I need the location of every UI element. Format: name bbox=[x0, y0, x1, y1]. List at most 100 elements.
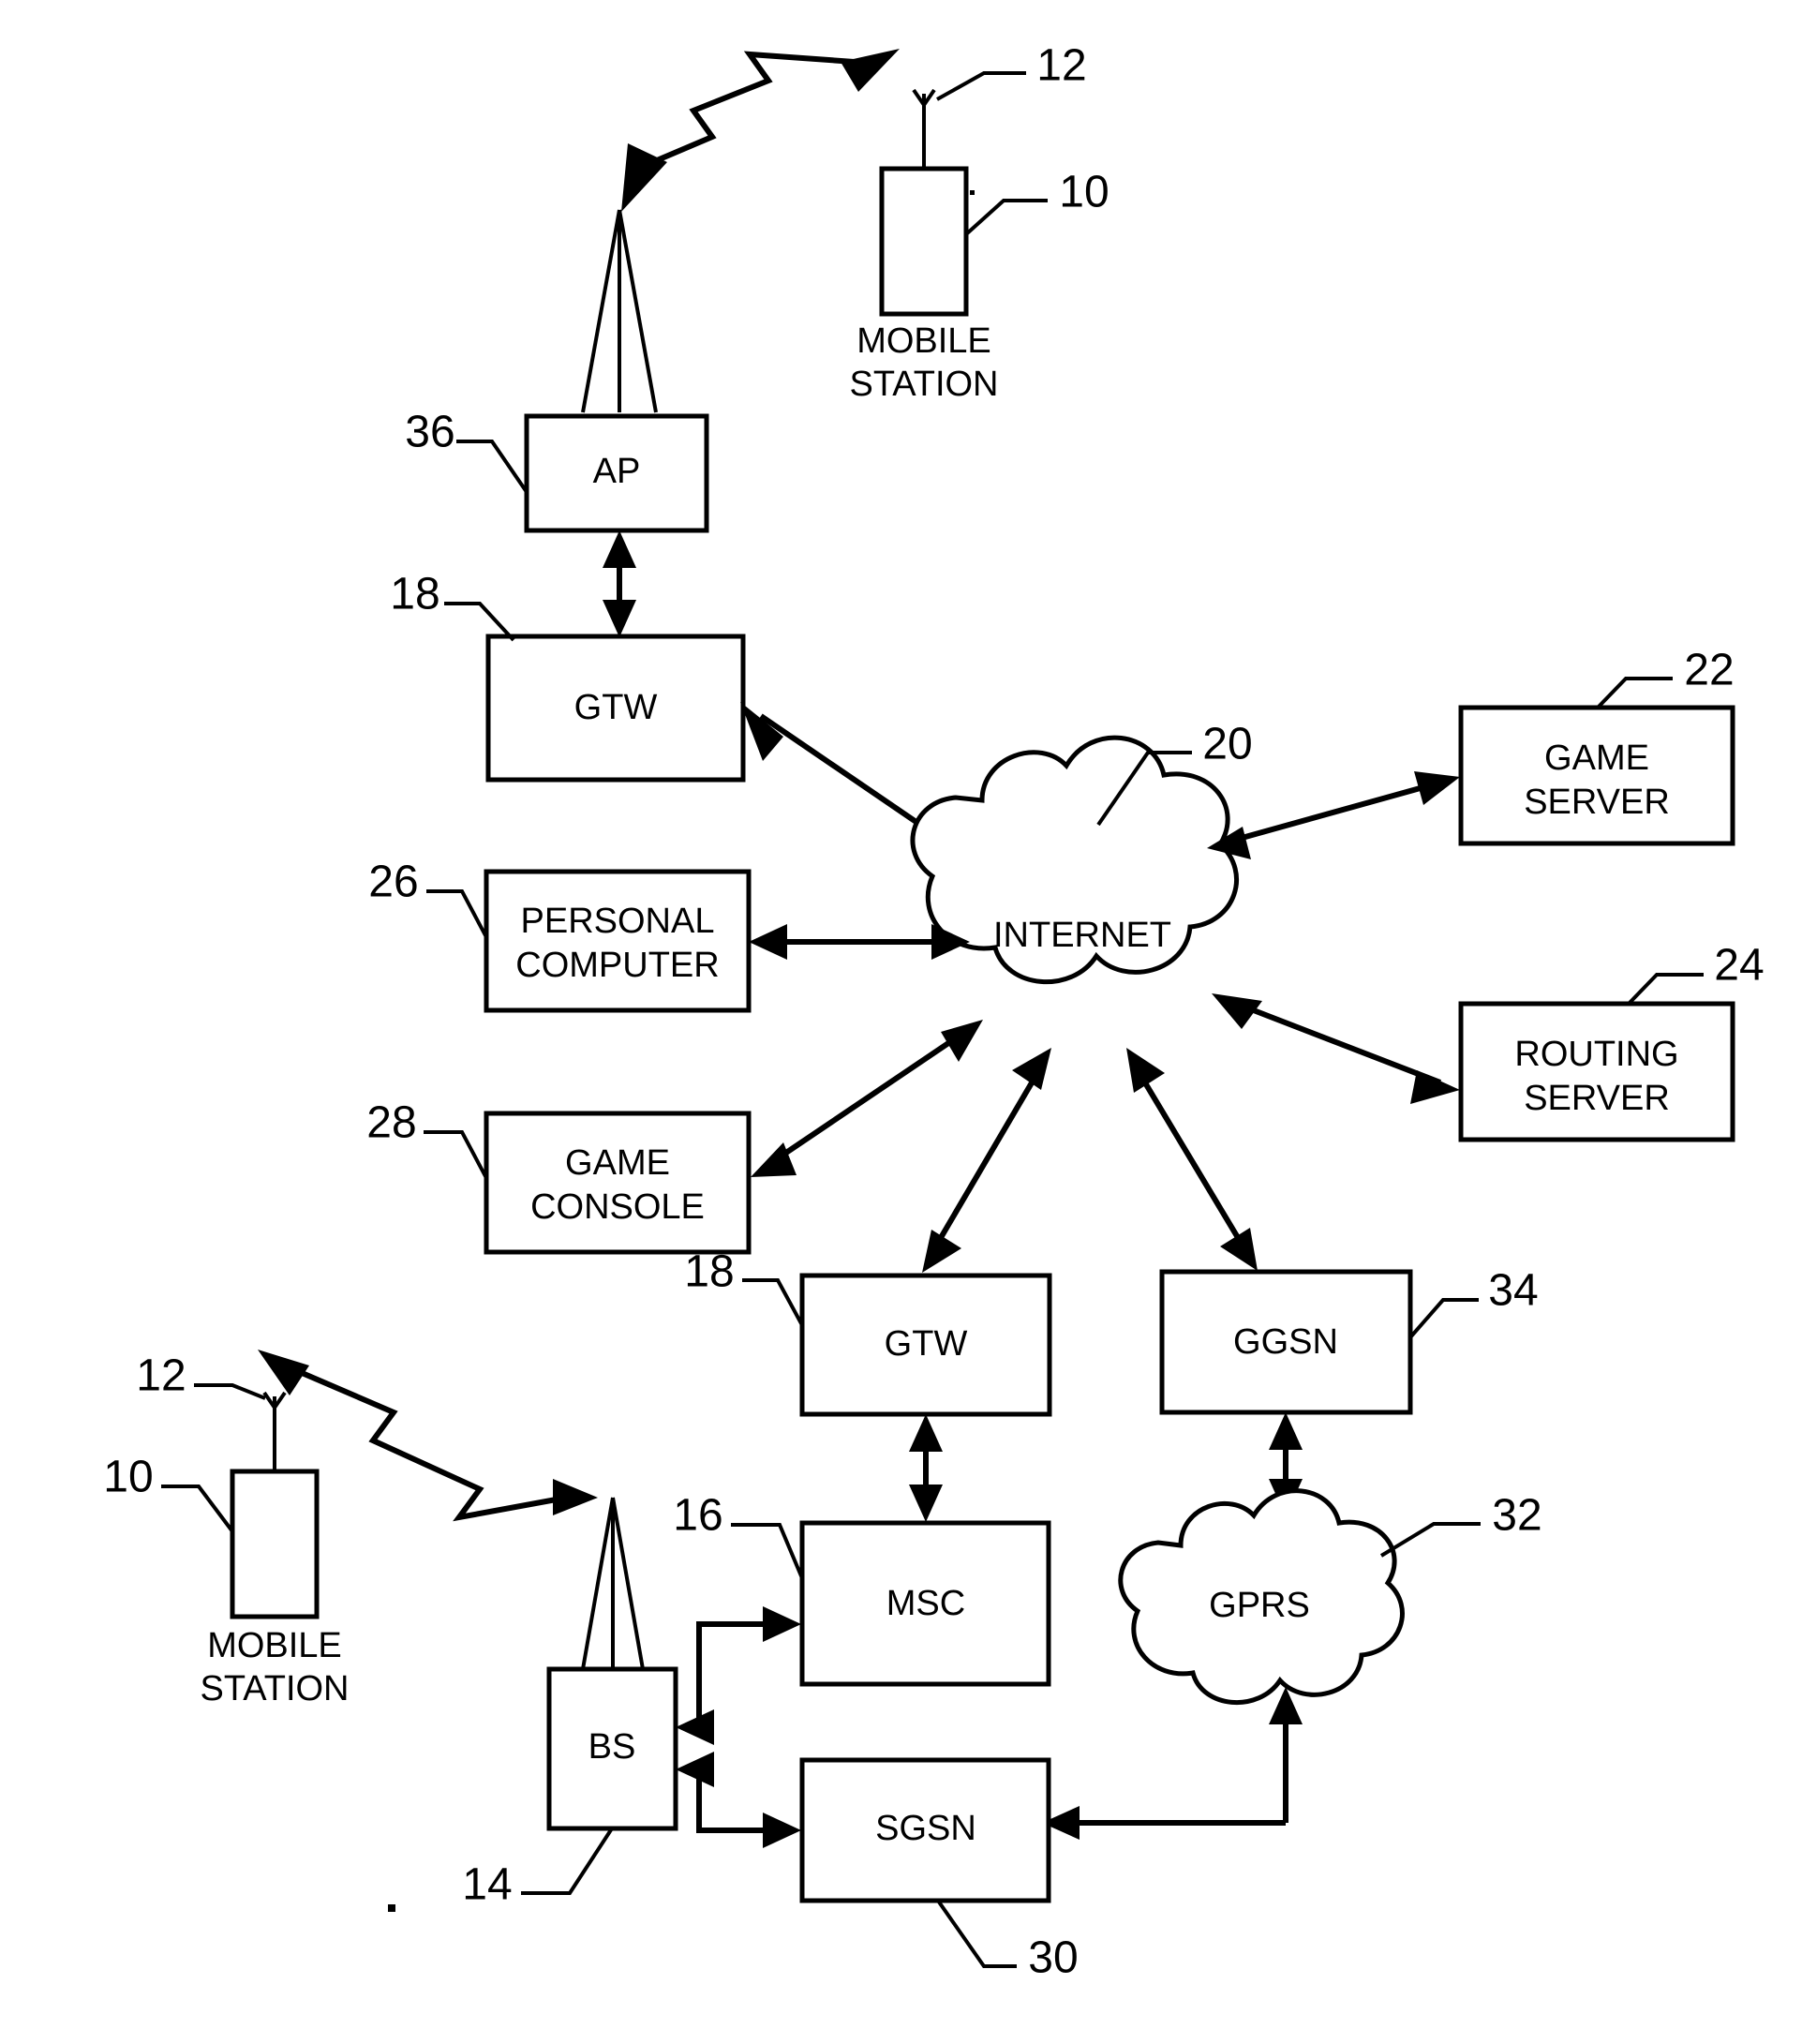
ap-label: AP bbox=[593, 452, 641, 491]
ap-tower bbox=[581, 209, 658, 413]
radio-arrowhead-to-mobile-bottom bbox=[258, 1350, 309, 1395]
refnum-32: 32 bbox=[1492, 1491, 1541, 1541]
leader-to-mobile-station-10-bottom bbox=[161, 1485, 234, 1533]
arrowhead-to-gtw-top bbox=[740, 702, 783, 761]
connector-internet-ggsn-line bbox=[1135, 1068, 1248, 1252]
arrowhead-left-to-bs-from-msc bbox=[676, 1709, 714, 1745]
radio-arrowhead-to-tower-top bbox=[621, 143, 667, 212]
leader-to-bs-14 bbox=[521, 1827, 614, 1895]
connector-msc-bs bbox=[676, 1606, 801, 1745]
game-console-label-line1: GAME bbox=[565, 1143, 670, 1183]
refnum-20: 20 bbox=[1202, 720, 1252, 769]
refnum-22: 22 bbox=[1684, 646, 1734, 695]
leader-to-game-console-28 bbox=[424, 1130, 488, 1179]
refnum-24: 24 bbox=[1714, 941, 1764, 991]
gtw-bottom-label: GTW bbox=[885, 1324, 968, 1364]
msc-label: MSC bbox=[886, 1584, 965, 1623]
arrowhead-down-to-gtw-top bbox=[603, 600, 636, 637]
refnum-18-bottom: 18 bbox=[684, 1247, 734, 1297]
connector-internet-ggsn bbox=[1126, 1048, 1258, 1271]
internet-label: INTERNET bbox=[993, 916, 1171, 955]
refnum-36: 36 bbox=[405, 408, 454, 457]
connector-internet-routingserver-line bbox=[1232, 1000, 1442, 1085]
arrowhead-right-to-msc bbox=[763, 1606, 801, 1642]
game-server-label-line2: SERVER bbox=[1524, 783, 1670, 822]
leader-to-routing-server-24 bbox=[1627, 973, 1704, 1006]
connector-internet-gameserver bbox=[1207, 771, 1460, 859]
mobile-station-top-caption-line1: MOBILE bbox=[856, 321, 991, 361]
leader-to-sgsn-30 bbox=[936, 1899, 1017, 1968]
scan-artifact-dot-top bbox=[970, 190, 975, 195]
leader-to-antenna-12-bottom bbox=[194, 1383, 266, 1400]
bs-label: BS bbox=[588, 1727, 636, 1767]
radio-zigzag-top bbox=[635, 51, 882, 172]
arrowhead-down-to-msc bbox=[909, 1485, 943, 1522]
sgsn-label: SGSN bbox=[875, 1809, 976, 1848]
patent-figure: MOBILE STATION 12 10 AP 36 GTW 18 INTERN… bbox=[0, 0, 1802, 2044]
refnum-28: 28 bbox=[366, 1098, 416, 1148]
refnum-10-bottom: 10 bbox=[103, 1453, 153, 1502]
leader-to-personal-computer-26 bbox=[426, 889, 488, 938]
mobile-station-bottom-caption-line1: MOBILE bbox=[207, 1626, 342, 1665]
arrowhead-to-internet-from-routingserver bbox=[1212, 993, 1262, 1029]
leader-to-mobile-station-10-top bbox=[964, 199, 1048, 236]
connector-gameconsole-internet-line bbox=[770, 1031, 964, 1165]
refnum-14: 14 bbox=[462, 1860, 512, 1910]
leader-to-msc-16 bbox=[731, 1523, 804, 1579]
refnum-30: 30 bbox=[1028, 1933, 1078, 1983]
game-console-label-line2: CONSOLE bbox=[530, 1187, 705, 1227]
mobile-station-bottom-caption-line2: STATION bbox=[200, 1669, 349, 1708]
refnum-26: 26 bbox=[368, 858, 418, 907]
connector-internet-gameserver-line bbox=[1228, 780, 1441, 844]
connector-pc-internet bbox=[749, 924, 970, 960]
ap-tower-left-leg bbox=[581, 209, 621, 413]
leader-to-ap-36 bbox=[456, 440, 529, 494]
ggsn-label: GGSN bbox=[1233, 1322, 1338, 1362]
leader-to-antenna-12-top bbox=[936, 71, 1026, 101]
arrowhead-up-to-ggsn bbox=[1269, 1412, 1303, 1450]
leader-to-gtw-bottom-18 bbox=[742, 1278, 804, 1326]
refnum-12-bottom: 12 bbox=[136, 1351, 186, 1401]
gprs-cloud[interactable]: GPRS bbox=[1118, 1488, 1405, 1705]
personal-computer-label-line1: PERSONAL bbox=[521, 902, 715, 941]
connector-ap-gtw-top bbox=[603, 530, 636, 637]
bs-tower-right-leg bbox=[611, 1497, 645, 1670]
connector-gameconsole-internet bbox=[751, 1020, 983, 1177]
refnum-10-top: 10 bbox=[1059, 168, 1109, 217]
refnum-34: 34 bbox=[1488, 1266, 1538, 1316]
mobile-station-bottom bbox=[230, 1391, 320, 1619]
leader-to-gprs-32 bbox=[1379, 1522, 1481, 1558]
refnum-18-top: 18 bbox=[390, 570, 439, 619]
routing-server-label-line2: SERVER bbox=[1524, 1079, 1670, 1118]
ap-tower-right-leg bbox=[618, 209, 658, 413]
leader-to-game-server-22 bbox=[1596, 677, 1673, 709]
refnum-16: 16 bbox=[673, 1491, 722, 1541]
game-server-label-line1: GAME bbox=[1544, 739, 1649, 778]
connector-internet-gtwbottom-line bbox=[930, 1067, 1043, 1254]
connector-gtwbottom-msc bbox=[909, 1414, 943, 1522]
scan-artifact-dot-left bbox=[388, 1904, 395, 1912]
arrowhead-up-to-gtw-bottom bbox=[909, 1414, 943, 1452]
personal-computer-label-line2: COMPUTER bbox=[515, 946, 719, 985]
gprs-label: GPRS bbox=[1209, 1586, 1310, 1625]
radio-link-top bbox=[621, 49, 900, 212]
arrowhead-up-to-ap bbox=[603, 530, 636, 568]
leader-to-ggsn-34 bbox=[1408, 1298, 1479, 1339]
radio-arrowhead-to-mobile-top bbox=[841, 49, 900, 92]
refnum-12-top: 12 bbox=[1036, 41, 1086, 91]
arrowhead-to-gtw-bottom bbox=[922, 1230, 961, 1273]
arrowhead-to-personal-computer bbox=[749, 924, 787, 960]
connector-internet-routingserver bbox=[1212, 993, 1460, 1104]
mobile-station-top bbox=[879, 88, 969, 317]
gtw-top-label: GTW bbox=[574, 688, 658, 727]
bs-tower bbox=[581, 1497, 645, 1670]
arrowhead-to-routing-server bbox=[1410, 1070, 1460, 1104]
connector-sgsn-gprs bbox=[1042, 1687, 1303, 1840]
mobile-station-top-caption-line2: STATION bbox=[849, 365, 998, 404]
arrowhead-to-internet-from-gameconsole bbox=[941, 1020, 983, 1062]
arrowhead-left-to-bs-from-sgsn bbox=[676, 1752, 714, 1787]
network-diagram-svg: MOBILE STATION 12 10 AP 36 GTW 18 INTERN… bbox=[103, 41, 1764, 1983]
arrowhead-to-game-server bbox=[1414, 771, 1460, 805]
mobile-station-bottom-body bbox=[230, 1469, 320, 1619]
connector-sgsn-bs bbox=[676, 1752, 801, 1848]
